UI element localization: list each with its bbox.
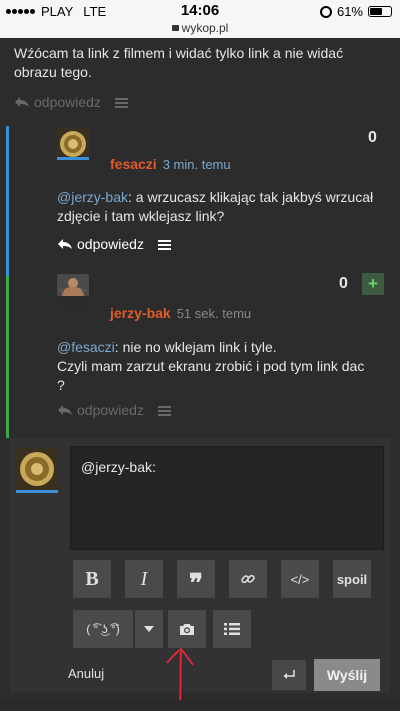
reply-link[interactable]: odpowiedz	[34, 94, 101, 110]
reply-icon	[58, 405, 72, 415]
comment-body-line1: : nie no wklejam link i tyle.	[114, 339, 277, 355]
italic-button[interactable]: I	[125, 560, 163, 598]
vote-count: 0	[368, 129, 377, 146]
spoiler-button[interactable]: spoil	[333, 560, 371, 598]
add-photo-button[interactable]	[168, 610, 206, 648]
ios-status-bar: PLAY LTE 14:06 wykop.pl 61%	[0, 0, 400, 38]
send-button[interactable]: Wyślij	[314, 659, 380, 691]
entry-actions: odpowiedz	[14, 94, 128, 110]
avatar[interactable]	[57, 274, 89, 306]
status-right: 61%	[319, 4, 392, 19]
lenny-face-button[interactable]: ( ͡° ͜ʖ ͡°)	[73, 610, 133, 648]
quote-button[interactable]: ❞	[177, 560, 215, 598]
more-menu-icon[interactable]	[157, 239, 171, 250]
avatar-gender-bar	[57, 157, 89, 160]
link-button[interactable]	[229, 560, 267, 598]
comment-author[interactable]: jerzy-bak 51 sek. temu	[110, 305, 251, 321]
more-menu-icon[interactable]	[157, 405, 171, 416]
comment-actions: odpowiedz	[57, 236, 171, 252]
list-icon	[224, 623, 240, 635]
link-icon	[241, 574, 255, 584]
comment-actions: odpowiedz	[57, 402, 171, 418]
reply-icon	[58, 239, 72, 249]
mention-link[interactable]: @fesaczi	[57, 339, 115, 355]
comment-time: 3 min. temu	[162, 157, 231, 172]
mention-link[interactable]: @jerzy-bak	[57, 189, 128, 205]
cancel-button[interactable]: Anuluj	[68, 666, 104, 681]
lock-icon	[171, 25, 179, 31]
address-bar[interactable]: wykop.pl	[0, 21, 400, 35]
entry-text: Wźócam ta link z filmem i widać tylko li…	[14, 45, 344, 80]
rotation-lock-icon	[319, 5, 332, 18]
reply-link[interactable]: odpowiedz	[77, 402, 144, 418]
camera-icon	[180, 623, 194, 635]
newline-button[interactable]	[272, 660, 306, 690]
code-button[interactable]: </>	[281, 560, 319, 598]
reply-textarea[interactable]: @jerzy-bak:	[70, 446, 384, 550]
thread-indent-bar	[6, 126, 9, 276]
thread-indent-bar-own	[6, 276, 9, 438]
more-menu-icon[interactable]	[114, 97, 128, 108]
comment-body-line3: ?	[57, 377, 65, 393]
battery-percent: 61%	[336, 4, 363, 19]
comment-text: @jerzy-bak: a wrzucasz klikając tak jakb…	[57, 188, 387, 226]
comment-text: @fesaczi: nie no wklejam link i tyle. Cz…	[57, 338, 392, 395]
comment-author[interactable]: fesaczi 3 min. temu	[110, 156, 231, 172]
reply-link[interactable]: odpowiedz	[77, 236, 144, 252]
list-button[interactable]	[213, 610, 251, 648]
enter-icon	[283, 670, 295, 679]
author-name[interactable]: fesaczi	[110, 156, 157, 172]
bottom-edge	[0, 700, 400, 711]
url-text: wykop.pl	[181, 21, 229, 35]
upvote-button[interactable]: +	[362, 273, 384, 295]
battery-icon	[368, 6, 392, 17]
bold-button[interactable]: B	[73, 560, 111, 598]
avatar[interactable]	[57, 128, 89, 160]
avatar-gender-bar	[16, 490, 58, 493]
vote-count: 0	[339, 275, 348, 292]
reply-icon	[15, 97, 29, 107]
lenny-dropdown-button[interactable]	[135, 610, 163, 648]
author-name[interactable]: jerzy-bak	[110, 305, 171, 321]
reply-editor: @jerzy-bak: B I ❞ </> spoil ( ͡° ͜ʖ ͡°) …	[10, 438, 390, 693]
chevron-down-icon	[144, 626, 154, 632]
avatar	[16, 448, 58, 490]
annotation-arrow	[166, 647, 194, 704]
comment-body-line2: Czyli mam zarzut ekranu zrobić i pod tym…	[57, 358, 365, 374]
comment-time: 51 sek. temu	[176, 306, 252, 321]
